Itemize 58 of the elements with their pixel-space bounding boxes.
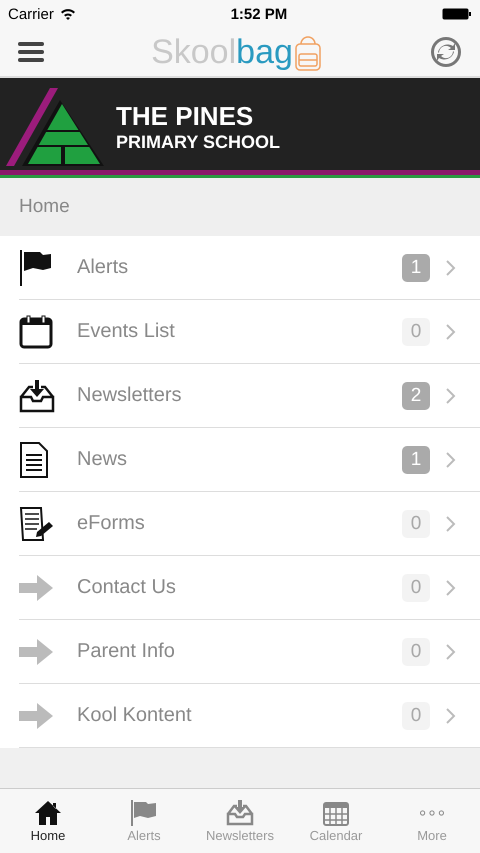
tab-bar-item[interactable]: Home (0, 789, 96, 853)
chevron-icon (446, 516, 456, 532)
menu-list-item[interactable]: Parent Info 0 (19, 620, 480, 684)
tab-bar-item[interactable]: More (384, 789, 480, 853)
carrier-label: Carrier (8, 6, 54, 22)
wifi-icon (60, 8, 76, 20)
inbox-download-icon (19, 378, 55, 412)
tab-bar-item[interactable]: Alerts (96, 789, 192, 853)
arrow-icon (19, 702, 53, 728)
item-label: Newsletters (77, 384, 182, 407)
chevron-icon (446, 452, 456, 468)
item-label: News (77, 448, 128, 471)
chevron-icon (446, 580, 456, 596)
chevron-icon (446, 324, 456, 340)
school-name: THE PINES (116, 100, 254, 132)
chevron-icon (446, 260, 456, 276)
count-badge: 0 (402, 702, 430, 730)
item-label: eForms (77, 512, 146, 535)
arrow-icon (19, 574, 53, 600)
menu-list-item[interactable]: Kool Kontent 0 (19, 684, 480, 748)
form-pencil-icon (19, 506, 55, 542)
calendar-icon (19, 314, 53, 348)
count-badge: 0 (402, 638, 430, 666)
calendar-icon (322, 800, 350, 826)
menu-button[interactable] (18, 41, 44, 63)
status-time: 1:52 PM (230, 6, 288, 22)
menu-list-item[interactable]: Contact Us 0 (19, 556, 480, 620)
arrow-icon (19, 638, 53, 664)
menu-list-item[interactable]: Newsletters 2 (19, 364, 480, 428)
count-badge: 2 (402, 382, 430, 410)
menu-list-item[interactable]: News 1 (19, 428, 480, 492)
inbox-download-icon (226, 800, 254, 826)
count-badge: 0 (402, 574, 430, 602)
count-badge: 0 (402, 510, 430, 538)
menu-list-item[interactable]: eForms 0 (19, 492, 480, 556)
section-heading: Home (19, 196, 70, 218)
chevron-icon (446, 388, 456, 404)
count-badge: 1 (402, 254, 430, 282)
document-icon (19, 442, 49, 478)
count-badge: 1 (402, 446, 430, 474)
battery-icon (442, 8, 472, 20)
school-subtitle: PRIMARY SCHOOL (116, 132, 280, 152)
tab-bar-item[interactable]: Calendar (288, 789, 384, 853)
chevron-icon (446, 644, 456, 660)
item-label: Contact Us (77, 576, 177, 599)
flag-icon (130, 800, 158, 826)
menu-list-item[interactable]: Alerts 1 (19, 236, 480, 300)
refresh-button[interactable] (430, 36, 462, 68)
menu-list-item[interactable]: Events List 0 (19, 300, 480, 364)
item-label: Kool Kontent (77, 704, 193, 727)
item-label: Events List (77, 320, 176, 343)
more-icon (420, 810, 444, 816)
count-badge: 0 (402, 318, 430, 346)
home-icon (34, 800, 62, 826)
chevron-icon (446, 708, 456, 724)
tab-bar-item[interactable]: Newsletters (192, 789, 288, 853)
item-label: Alerts (77, 256, 130, 279)
item-label: Parent Info (77, 640, 176, 663)
